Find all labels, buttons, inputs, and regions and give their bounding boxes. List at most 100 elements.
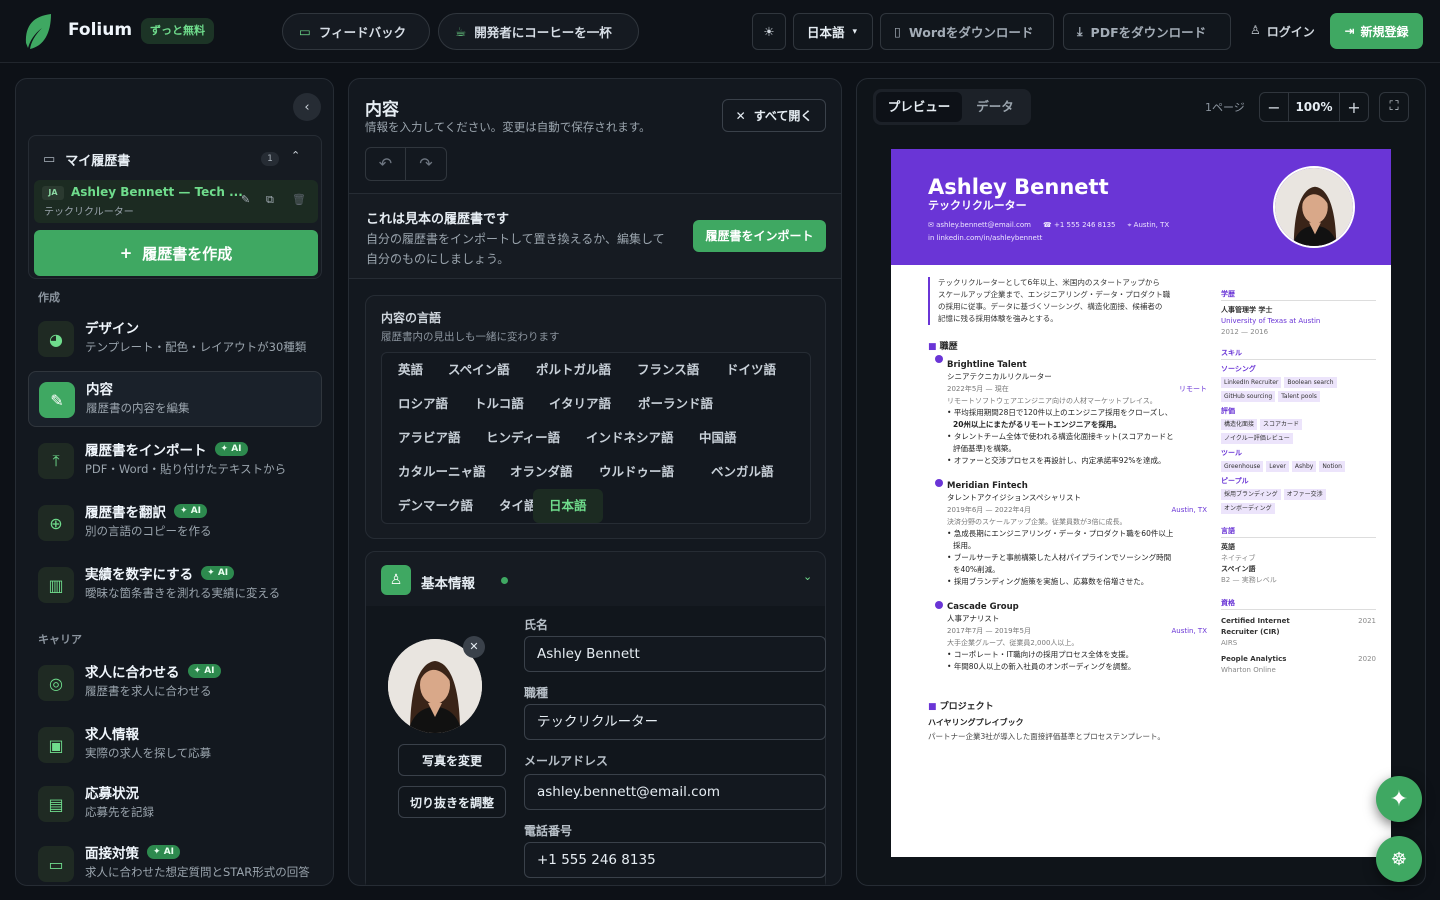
lang-chip[interactable]: ロシア語	[382, 387, 464, 421]
my-resumes-header[interactable]: ▭ マイ履歴書	[43, 150, 130, 169]
lang-chip-selected[interactable]: 日本語	[533, 489, 603, 523]
nav-tailor[interactable]: ◎ 求人に合わせる ✦ AI 履歴書を求人に合わせる	[28, 655, 322, 711]
nav-applications[interactable]: ▤ 応募状況 応募先を記録	[28, 776, 322, 832]
chevron-left-icon: ‹	[304, 99, 310, 115]
zoom-out-icon[interactable]: −	[1260, 98, 1288, 117]
email-label: メールアドレス	[524, 754, 609, 768]
skill-tags: Greenhouse Lever Ashby Notion	[1221, 461, 1376, 472]
nav-content[interactable]: ✎ 内容 履歴書の内容を編集	[28, 371, 322, 427]
lang-chip[interactable]: カタルーニャ語	[382, 455, 502, 489]
resume-sidebar: 学歴 人事管理学 学士 University of Texas at Austi…	[1221, 290, 1376, 674]
collapse-sidebar-button[interactable]: ‹	[293, 93, 321, 121]
lang-chip[interactable]: ベンガル語	[695, 455, 790, 489]
signup-button[interactable]: ⇥ 新規登録	[1331, 14, 1422, 48]
briefcase-icon: ▣	[38, 727, 74, 763]
lang-chip[interactable]: デンマーク語	[382, 489, 489, 523]
lang-chip[interactable]: 英語	[382, 353, 439, 387]
sample-desc-2: 自分のものにしましょう。	[366, 252, 510, 266]
nav-subtitle: 曖昧な箇条書きを測れる実績に変える	[85, 586, 281, 600]
bug-icon: ☸	[1390, 848, 1408, 870]
lang-chip[interactable]: ポルトガル語	[520, 353, 627, 387]
redo-icon[interactable]: ↷	[406, 148, 446, 180]
create-resume-button[interactable]: + 履歴書を作成	[34, 230, 318, 276]
skill-tags: LinkedIn Recruiter Boolean search GitHub…	[1221, 377, 1376, 402]
nav-subtitle: 履歴書の内容を編集	[86, 401, 190, 415]
nav-title: 求人情報	[85, 727, 139, 743]
portrait-image	[1275, 168, 1353, 246]
duplicate-icon[interactable]: ⧉	[266, 193, 274, 207]
resume-email: ✉ ashley.bennett@email.com	[928, 221, 1031, 229]
login-button[interactable]: ♙ ログイン	[1250, 23, 1315, 40]
nav-title: 履歴書を翻訳	[85, 505, 166, 521]
lang-chip[interactable]: アラビア語	[382, 421, 477, 455]
tab-preview[interactable]: プレビュー	[876, 92, 962, 122]
resume-name: Ashley Bennett	[928, 175, 1109, 199]
brand-name[interactable]: Folium	[68, 20, 132, 40]
resume-list-item[interactable]: JA Ashley Bennett — Tech ... テックリクルーター ✎…	[34, 180, 318, 223]
nav-quantify[interactable]: ▥ 実績を数字にする ✦ AI 曖昧な箇条書きを測れる実績に変える	[28, 557, 322, 613]
zoom-in-icon[interactable]: +	[1340, 98, 1368, 117]
nav-subtitle: 求人に合わせた想定質問とSTAR形式の回答	[85, 865, 310, 879]
lang-chip[interactable]: 中国語	[683, 421, 753, 455]
undo-icon[interactable]: ↶	[366, 148, 406, 180]
download-icon: ⤓	[1077, 23, 1083, 39]
bug-fab-button[interactable]: ☸	[1376, 836, 1422, 882]
my-resumes-section: ▭ マイ履歴書 1 ⌃ JA Ashley Bennett — Tech ... …	[28, 135, 322, 279]
ai-badge: ✦ AI	[214, 442, 248, 456]
lang-chip[interactable]: イタリア語	[533, 387, 627, 421]
feedback-button[interactable]: ▭ フィードバック	[282, 13, 430, 50]
theme-toggle-button[interactable]: ☀	[752, 13, 786, 50]
history-controls: ↶ ↷	[365, 147, 447, 181]
change-photo-button[interactable]: 写真を変更	[398, 744, 506, 776]
title-input[interactable]: テックリクルーター	[524, 704, 826, 740]
lang-chip[interactable]: ドイツ語	[710, 353, 792, 387]
nav-jobs[interactable]: ▣ 求人情報 実際の求人を探して応募	[28, 717, 322, 773]
pdf-download-button[interactable]: ⤓ PDFをダウンロード	[1063, 13, 1231, 50]
phone-input[interactable]: +1 555 246 8135	[524, 842, 826, 878]
basic-info-header[interactable]: ♙ 基本情報 ⌄	[366, 552, 825, 606]
coffee-button[interactable]: ☕ 開発者にコーヒーを一杯	[438, 13, 639, 50]
resume-phone: ☎ +1 555 246 8135	[1043, 221, 1116, 229]
lang-chip[interactable]: インドネシア語	[570, 421, 690, 455]
sun-icon: ☀	[763, 24, 775, 39]
sample-desc-1: 自分の履歴書をインポートして置き換えるか、編集して	[366, 232, 665, 246]
preview-tabs: プレビュー データ	[873, 89, 1031, 125]
nav-title: 内容	[86, 382, 113, 398]
chevron-down-icon: ⌄	[803, 570, 813, 583]
resume-location: ⌖ Austin, TX	[1127, 221, 1170, 229]
globe-icon: ⊕	[38, 505, 74, 541]
tab-data[interactable]: データ	[962, 92, 1028, 122]
lang-chip[interactable]: スペイン語	[432, 353, 526, 387]
nav-import[interactable]: ⤒ 履歴書をインポート ✦ AI PDF・Word・貼り付けたテキストから	[28, 433, 322, 489]
name-input[interactable]: Ashley Bennett	[524, 636, 826, 672]
email-input[interactable]: ashley.bennett@email.com	[524, 774, 826, 810]
lang-chip[interactable]: フランス語	[621, 353, 715, 387]
edit-icon[interactable]: ✎	[241, 193, 250, 206]
nav-design[interactable]: ◕ デザイン テンプレート・配色・レイアウトが30種類	[28, 311, 322, 367]
content-editor: 内容 情報を入力してください。変更は自動で保存されます。 ✕ すべて開く ↶ ↷ …	[348, 78, 842, 886]
lang-chip[interactable]: トルコ語	[458, 387, 540, 421]
fullscreen-icon[interactable]: ⛶	[1379, 92, 1409, 122]
lang-chip[interactable]: オランダ語	[494, 455, 589, 489]
crop-photo-button[interactable]: 切り抜きを調整	[398, 786, 506, 818]
import-resume-button[interactable]: 履歴書をインポート	[693, 220, 826, 252]
lang-chip[interactable]: ウルドゥー語	[583, 455, 690, 489]
lang-chip[interactable]: ポーランド語	[622, 387, 729, 421]
trash-icon[interactable]: 🗑	[292, 193, 306, 206]
expand-all-button[interactable]: ✕ すべて開く	[722, 99, 826, 132]
basic-info-card: ♙ 基本情報 ⌄ ✕ 写真を変更 切り抜きを調整 氏名 Ashley Benne…	[365, 551, 826, 885]
nav-title: 履歴書をインポート	[85, 443, 207, 459]
chevron-up-icon[interactable]: ⌃	[291, 149, 300, 162]
expand-icon: ✕	[735, 108, 746, 123]
nav-interview[interactable]: ▭ 面接対策 ✦ AI 求人に合わせた想定質問とSTAR形式の回答	[28, 836, 322, 885]
nav-translate[interactable]: ⊕ 履歴書を翻訳 ✦ AI 別の言語のコピーを作る	[28, 495, 322, 551]
word-download-button[interactable]: ▯ Wordをダウンロード	[880, 13, 1054, 50]
remove-photo-icon[interactable]: ✕	[463, 636, 485, 658]
experience-heading: ■ 職歴	[928, 342, 958, 352]
sample-title: これは見本の履歴書です	[366, 212, 510, 227]
phone-label: 電話番号	[524, 824, 573, 838]
sparkle-fab-button[interactable]: ✦	[1376, 776, 1422, 822]
language-select[interactable]: 日本語 ▾	[793, 13, 873, 50]
lang-chip[interactable]: ヒンディー語	[470, 421, 576, 455]
lang-title: 内容の言語	[381, 311, 442, 325]
